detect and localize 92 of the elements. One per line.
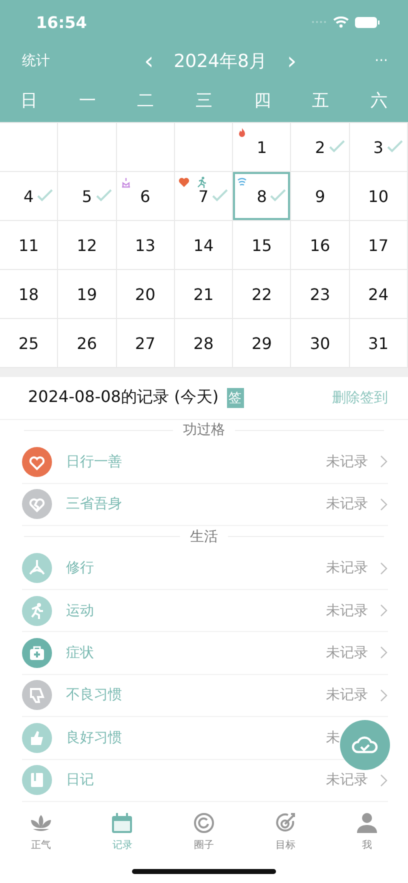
- signal-icon: [311, 20, 327, 24]
- weekday-label: 四: [252, 90, 272, 112]
- tab-bar-item[interactable]: 目标: [244, 812, 326, 852]
- day-number: 22: [252, 284, 272, 304]
- calendar-day[interactable]: 13: [116, 221, 175, 270]
- calendar-day[interactable]: 7: [174, 172, 234, 221]
- circle-icon: [192, 812, 216, 834]
- record-status: 未记录: [326, 495, 368, 514]
- day-number: 12: [76, 236, 98, 254]
- day-number: 20: [135, 284, 156, 304]
- heart-icon: [178, 176, 190, 188]
- record-status: 未: [326, 728, 340, 747]
- runner-icon: [196, 176, 208, 188]
- calendar-day[interactable]: 5: [58, 172, 117, 221]
- calendar-day[interactable]: 20: [116, 270, 175, 319]
- wifi-icon: [333, 16, 349, 28]
- calendar-day[interactable]: 9: [291, 172, 350, 221]
- tab-bar-item[interactable]: 正气: [0, 812, 82, 852]
- day-number: 2: [314, 138, 326, 156]
- cloud-sync-button[interactable]: [340, 720, 390, 770]
- record-status: 未记录: [326, 452, 368, 471]
- section-title: 功过格: [183, 421, 225, 440]
- record-status: 未记录: [326, 559, 368, 578]
- calendar-icon: [110, 812, 134, 834]
- calendar-day[interactable]: 2: [291, 123, 350, 172]
- day-number: 18: [18, 284, 39, 304]
- day-number: 6: [140, 186, 150, 206]
- day-number: 14: [193, 236, 214, 254]
- day-number: 28: [193, 334, 214, 352]
- day-number: 13: [135, 236, 156, 254]
- record-title: 2024-08-08的记录 (今天): [28, 387, 219, 408]
- weekday-label: 二: [136, 90, 156, 112]
- tab-bar-item[interactable]: 我: [326, 812, 408, 852]
- day-number: 17: [368, 236, 389, 254]
- battery-icon: [355, 16, 380, 28]
- calendar-day[interactable]: 4: [0, 172, 58, 221]
- day-number: 26: [76, 334, 98, 352]
- calendar-day[interactable]: 22: [233, 270, 292, 319]
- day-number: 30: [310, 334, 330, 352]
- day-number: 9: [314, 186, 326, 206]
- day-number: 10: [368, 186, 389, 206]
- section-title: 生活: [190, 528, 218, 546]
- day-number: 25: [18, 334, 39, 352]
- wave-icon: [236, 176, 248, 188]
- weekday-label: 五: [311, 90, 330, 112]
- calendar-day[interactable]: 21: [174, 270, 234, 319]
- calendar-day[interactable]: 1: [233, 123, 292, 172]
- record-status: 未记录: [326, 686, 368, 704]
- record-status: 未记录: [326, 602, 368, 620]
- calendar-day[interactable]: 11: [0, 221, 58, 270]
- day-number: 5: [82, 186, 92, 206]
- calendar-day[interactable]: 15: [233, 221, 292, 270]
- day-number: 29: [252, 334, 272, 352]
- status-time: 16:54: [36, 12, 87, 32]
- day-number: 4: [24, 186, 34, 206]
- person-icon: [355, 812, 380, 834]
- calendar-day[interactable]: 8: [233, 172, 292, 221]
- meditation-icon: [120, 176, 132, 188]
- calendar-day[interactable]: 10: [350, 172, 408, 221]
- calendar-day[interactable]: 24: [350, 270, 408, 319]
- weekday-label: 日: [20, 90, 39, 112]
- calendar-day[interactable]: 17: [350, 221, 408, 270]
- calendar-day[interactable]: 14: [174, 221, 234, 270]
- record-status: 未记录: [326, 771, 368, 790]
- calendar-day[interactable]: 19: [58, 270, 117, 319]
- day-number: 16: [310, 236, 330, 254]
- day-number: 7: [198, 186, 209, 206]
- day-number: 15: [252, 236, 272, 254]
- day-number: 23: [310, 284, 330, 304]
- calendar-day[interactable]: 12: [58, 221, 117, 270]
- calendar-day[interactable]: 23: [291, 270, 350, 319]
- day-number: 1: [256, 138, 267, 156]
- calendar-day[interactable]: 18: [0, 270, 58, 319]
- record-status: 未记录: [326, 644, 368, 662]
- month-title: 2024年8月: [174, 50, 267, 73]
- calendar-day[interactable]: 3: [350, 123, 408, 172]
- day-number: 11: [18, 236, 39, 254]
- weekday-label: 一: [78, 90, 97, 112]
- day-number: 24: [368, 284, 389, 304]
- calendar-day[interactable]: 6: [116, 172, 175, 221]
- tab-bar-item[interactable]: 圈子: [163, 812, 245, 852]
- day-number: 21: [193, 284, 214, 304]
- target-icon: [274, 812, 298, 834]
- day-number: 31: [368, 334, 389, 352]
- calendar-day[interactable]: 16: [291, 221, 350, 270]
- weekday-label: 六: [369, 90, 388, 112]
- weekday-label: 三: [194, 90, 214, 112]
- day-number: 27: [135, 334, 156, 352]
- day-number: 19: [76, 284, 98, 304]
- day-number: 3: [373, 138, 384, 156]
- signed-badge: 签: [226, 388, 244, 408]
- day-number: 8: [256, 186, 267, 206]
